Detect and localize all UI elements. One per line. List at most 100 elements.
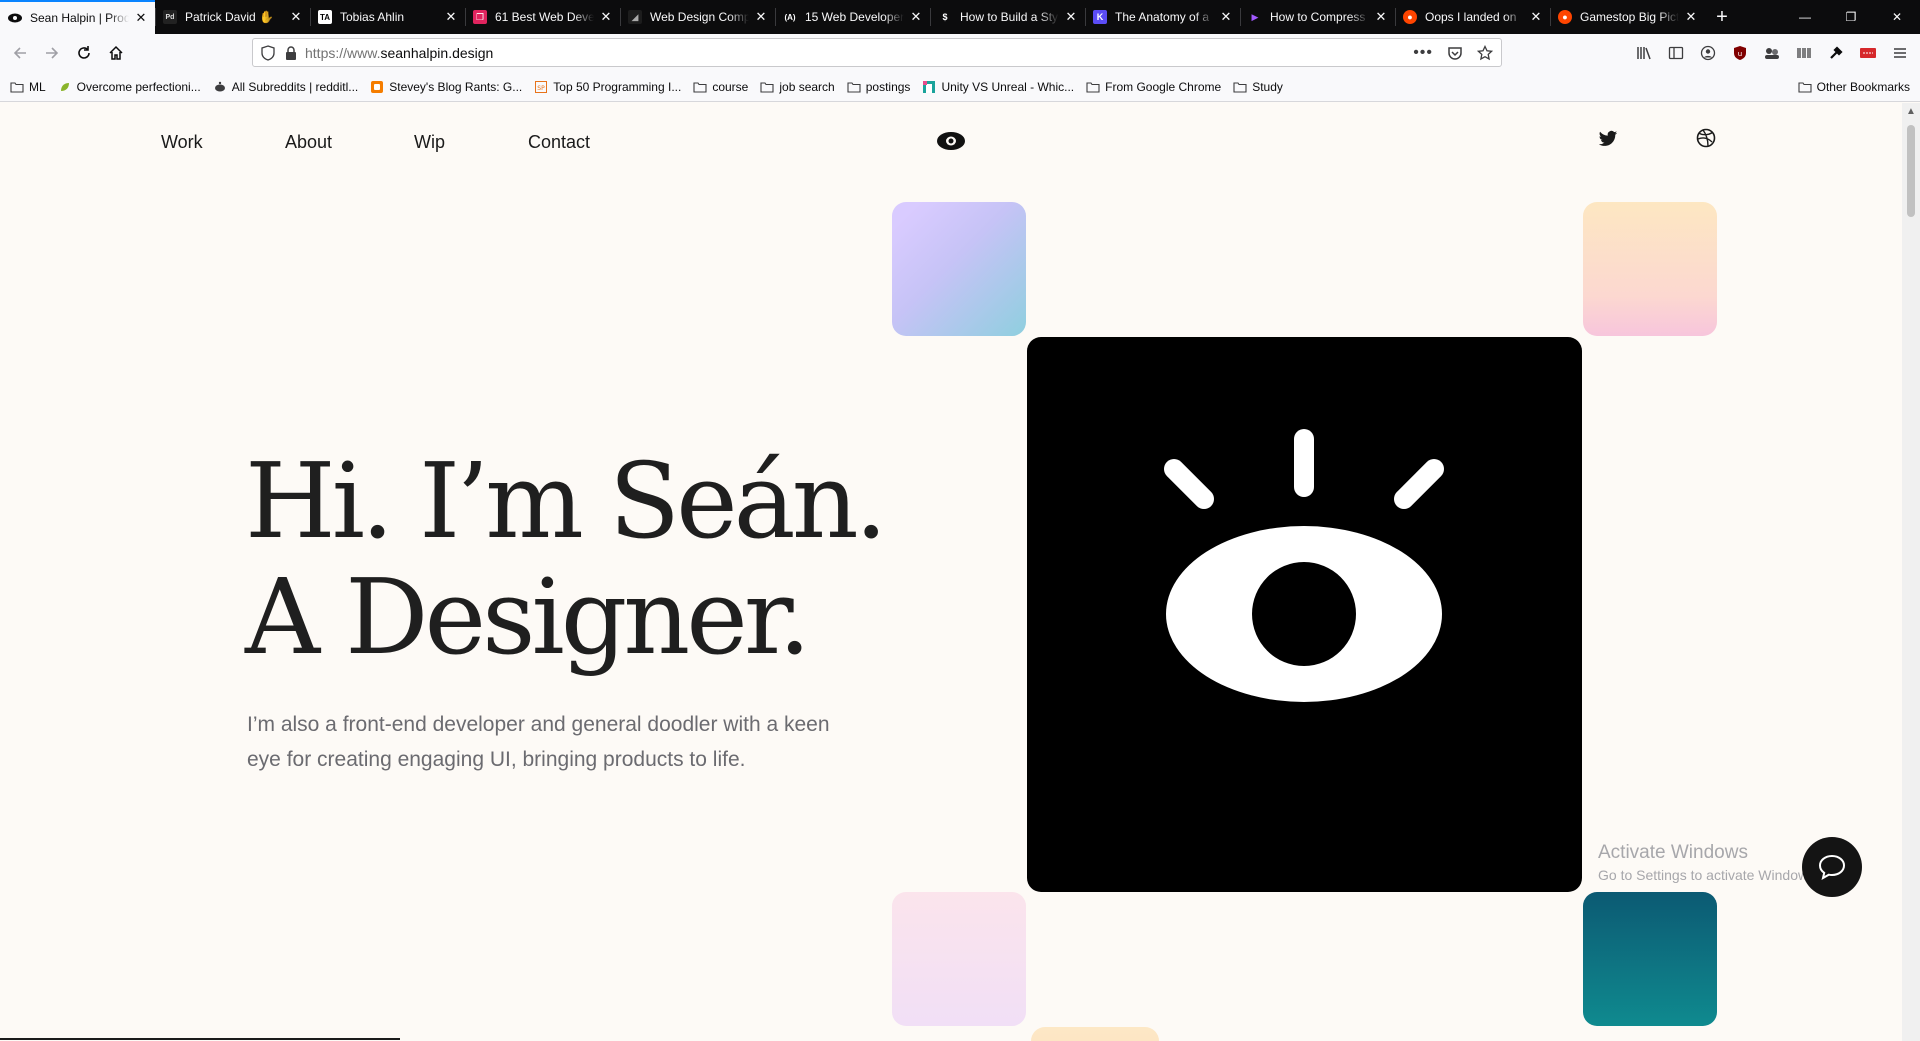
close-icon[interactable]: ✕ bbox=[133, 10, 149, 26]
scroll-up-icon[interactable]: ▲ bbox=[1902, 103, 1920, 120]
eyedropper-icon[interactable] bbox=[1824, 41, 1848, 65]
folder-icon bbox=[10, 81, 24, 93]
back-icon[interactable] bbox=[4, 38, 36, 68]
tab-tobias-ahlin[interactable]: TA Tobias Ahlin ✕ bbox=[310, 0, 465, 34]
folder-icon bbox=[760, 81, 774, 93]
home-icon[interactable] bbox=[100, 38, 132, 68]
url-actions: ••• bbox=[1413, 44, 1493, 62]
close-icon[interactable]: ✕ bbox=[598, 9, 614, 25]
extension-people-icon[interactable] bbox=[1760, 41, 1784, 65]
reddit-icon: ● bbox=[1558, 10, 1572, 24]
nav-toolbar: https://www. seanhalpin.design ••• u bbox=[0, 34, 1920, 72]
bookmark-study[interactable]: Study bbox=[1233, 80, 1283, 94]
unity-icon bbox=[922, 80, 936, 93]
reload-icon[interactable] bbox=[68, 38, 100, 68]
close-icon[interactable]: ✕ bbox=[753, 9, 769, 25]
minimize-icon[interactable]: ― bbox=[1782, 0, 1828, 34]
bookmark-from-chrome[interactable]: From Google Chrome bbox=[1086, 80, 1221, 94]
eye-illustration bbox=[1027, 337, 1582, 892]
tab-sean-halpin[interactable]: Sean Halpin | Product ✕ bbox=[0, 0, 155, 34]
tab-gamestop[interactable]: ● Gamestop Big Picture ✕ bbox=[1550, 0, 1705, 34]
shield-icon[interactable] bbox=[261, 44, 275, 61]
tab-anatomy[interactable]: K The Anatomy of a ✕ bbox=[1085, 0, 1240, 34]
scrollbar-thumb[interactable] bbox=[1907, 125, 1915, 217]
barcode-icon[interactable] bbox=[1792, 41, 1816, 65]
red-extension-icon[interactable] bbox=[1856, 41, 1880, 65]
bookmark-label: ML bbox=[29, 79, 46, 94]
account-icon[interactable] bbox=[1696, 41, 1720, 65]
twitter-icon[interactable] bbox=[1598, 130, 1618, 150]
folder-icon bbox=[1233, 81, 1247, 93]
bookmark-stevey[interactable]: Stevey's Blog Rants: G... bbox=[370, 80, 522, 94]
close-icon[interactable]: ✕ bbox=[1528, 9, 1544, 25]
hero-line-1: Hi. I’m Seán. bbox=[245, 440, 888, 562]
gradient-tile-peach bbox=[1031, 1027, 1159, 1041]
close-icon[interactable]: ✕ bbox=[288, 9, 304, 25]
url-bar[interactable]: https://www. seanhalpin.design ••• bbox=[252, 38, 1502, 67]
tab-title: The Anatomy of a bbox=[1115, 10, 1210, 24]
page-scrollbar[interactable]: ▲ bbox=[1902, 103, 1920, 1041]
bookmark-unity[interactable]: Unity VS Unreal - Whic... bbox=[922, 80, 1074, 94]
bookmark-label: Other Bookmarks bbox=[1816, 79, 1910, 94]
close-icon[interactable]: ✕ bbox=[443, 9, 459, 25]
bookmark-label: course bbox=[712, 79, 749, 94]
bookmark-label: Unity VS Unreal - Whic... bbox=[941, 79, 1075, 94]
star-icon[interactable] bbox=[1477, 44, 1493, 61]
bookmark-subreddits[interactable]: All Subreddits | redditl... bbox=[213, 80, 358, 94]
bookmark-label: Stevey's Blog Rants: G... bbox=[389, 79, 523, 94]
bookmark-top50[interactable]: SP Top 50 Programming I... bbox=[534, 80, 681, 94]
close-icon[interactable]: ✕ bbox=[1063, 9, 1079, 25]
bookmark-overcome[interactable]: Overcome perfectioni... bbox=[58, 80, 201, 94]
logo-eye-icon[interactable] bbox=[937, 132, 965, 150]
tab-title: Patrick David ✋ bbox=[185, 10, 274, 24]
bookmark-ml[interactable]: ML bbox=[10, 80, 46, 94]
chat-launcher-button[interactable] bbox=[1802, 837, 1862, 897]
library-icon[interactable] bbox=[1632, 41, 1656, 65]
k-logo-icon: K bbox=[1093, 10, 1107, 24]
close-icon[interactable]: ✕ bbox=[1218, 9, 1234, 25]
tab-15-web-dev[interactable]: (A) 15 Web Developer ✕ bbox=[775, 0, 930, 34]
activate-subtitle: Go to Settings to activate Windows. bbox=[1598, 867, 1819, 883]
close-icon[interactable]: ✕ bbox=[1683, 9, 1699, 25]
bookmark-job-search[interactable]: job search bbox=[760, 80, 835, 94]
tab-patrick-david[interactable]: Pd Patrick David ✋ ✕ bbox=[155, 0, 310, 34]
folder-icon bbox=[847, 81, 861, 93]
dribbble-icon[interactable] bbox=[1696, 128, 1718, 150]
page-content: Work About Wip Contact Hi. I’m Seán. A D… bbox=[0, 103, 1902, 1041]
tab-best-web-dev[interactable]: ❐ 61 Best Web Developer ✕ bbox=[465, 0, 620, 34]
svg-text:u: u bbox=[1738, 50, 1742, 58]
window-controls: ― ❐ ✕ bbox=[1782, 0, 1920, 34]
nav-work[interactable]: Work bbox=[161, 132, 203, 153]
tab-title: 61 Best Web Developer bbox=[495, 10, 594, 24]
tab-title: Oops I landed on bbox=[1425, 10, 1517, 24]
nav-wip[interactable]: Wip bbox=[414, 132, 445, 153]
new-tab-button[interactable]: + bbox=[1705, 0, 1739, 34]
tab-compress[interactable]: ▶ How to Compress ✕ bbox=[1240, 0, 1395, 34]
nav-about[interactable]: About bbox=[285, 132, 332, 153]
nav-contact[interactable]: Contact bbox=[528, 132, 590, 153]
tab-web-design-company[interactable]: ◢ Web Design Company ✕ bbox=[620, 0, 775, 34]
restore-icon[interactable]: ❐ bbox=[1828, 0, 1874, 34]
close-icon[interactable]: ✕ bbox=[1373, 9, 1389, 25]
lock-icon[interactable] bbox=[285, 45, 297, 60]
tab-build-style[interactable]: $ How to Build a Style ✕ bbox=[930, 0, 1085, 34]
more-actions-icon[interactable]: ••• bbox=[1413, 44, 1433, 62]
gradient-tile-teal bbox=[1583, 892, 1717, 1026]
pocket-icon[interactable] bbox=[1447, 45, 1463, 61]
tab-title: How to Build a Style bbox=[960, 10, 1059, 24]
bookmark-other[interactable]: Other Bookmarks bbox=[1798, 80, 1910, 94]
forward-icon[interactable] bbox=[36, 38, 68, 68]
close-icon[interactable]: ✕ bbox=[908, 9, 924, 25]
bookmark-label: Study bbox=[1252, 79, 1283, 94]
folder-icon bbox=[693, 81, 707, 93]
window-close-icon[interactable]: ✕ bbox=[1874, 0, 1920, 34]
tab-title: Gamestop Big Picture bbox=[1580, 10, 1679, 24]
bookmark-postings[interactable]: postings bbox=[847, 80, 910, 94]
hero-title: Hi. I’m Seán. A Designer. bbox=[245, 440, 888, 675]
ublock-icon[interactable]: u bbox=[1728, 41, 1752, 65]
tab-oops[interactable]: ● Oops I landed on ✕ bbox=[1395, 0, 1550, 34]
tab-title: Tobias Ahlin bbox=[340, 10, 405, 24]
bookmark-course[interactable]: course bbox=[693, 80, 748, 94]
sidebar-icon[interactable] bbox=[1664, 41, 1688, 65]
menu-icon[interactable] bbox=[1888, 41, 1912, 65]
